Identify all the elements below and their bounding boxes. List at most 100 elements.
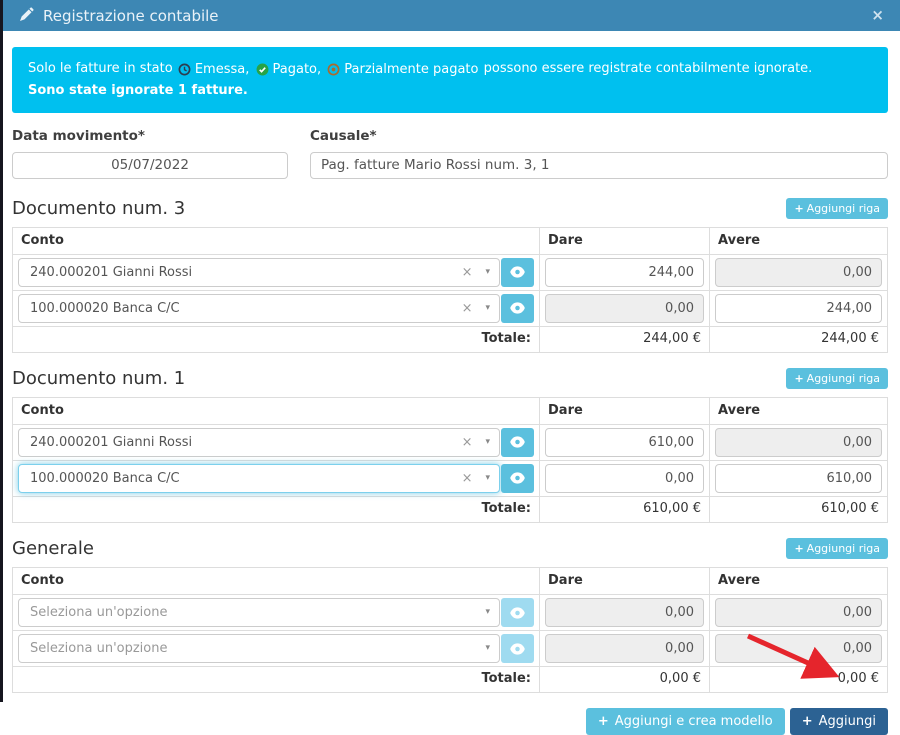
- clear-icon[interactable]: ×: [462, 436, 473, 449]
- view-account-button[interactable]: [501, 294, 534, 323]
- table-row: Seleziona un'opzione ▾: [13, 631, 887, 667]
- view-account-button[interactable]: [501, 428, 534, 457]
- causale-field: Causale*: [310, 128, 888, 179]
- chevron-down-icon: ▾: [485, 608, 490, 617]
- conto-select[interactable]: 240.000201 Gianni Rossi × ▾: [18, 428, 500, 457]
- total-avere: 610,00 €: [710, 497, 887, 522]
- dot-circle-icon: [327, 60, 340, 81]
- accounting-table: Conto Dare Avere 240.000201 Gianni Rossi…: [12, 227, 888, 353]
- accounting-table: Conto Dare Avere 240.000201 Gianni Rossi…: [12, 397, 888, 523]
- status-emessa: Emessa,: [178, 60, 250, 81]
- alert-line2: Sono state ignorate 1 fatture.: [28, 81, 872, 102]
- table-row: 100.000020 Banca C/C × ▾: [13, 291, 887, 327]
- chevron-down-icon: ▾: [485, 644, 490, 653]
- table-row: 240.000201 Gianni Rossi × ▾: [13, 255, 887, 291]
- status-pagato: Pagato,: [256, 60, 322, 81]
- plus-icon: +: [794, 372, 803, 385]
- page-edge-strip: [0, 0, 3, 702]
- section-title: Documento num. 1: [12, 368, 185, 389]
- view-account-button: [501, 634, 534, 663]
- total-row: Totale: 244,00 € 244,00 €: [13, 327, 887, 352]
- avere-input: [715, 634, 882, 663]
- alert-line1: Solo le fatture in stato Emessa, Pagato,…: [28, 59, 872, 81]
- data-movimento-input[interactable]: [12, 152, 288, 179]
- chevron-down-icon: ▾: [485, 304, 490, 313]
- total-row: Totale: 0,00 € 0,00 €: [13, 667, 887, 692]
- chevron-down-icon: ▾: [485, 438, 490, 447]
- accounting-table: Conto Dare Avere Seleziona un'opzione ▾: [12, 567, 888, 693]
- pencil-icon: [20, 7, 34, 25]
- total-dare: 244,00 €: [540, 327, 710, 352]
- conto-select[interactable]: Seleziona un'opzione ▾: [18, 598, 500, 627]
- modal-title: Registrazione contabile: [20, 7, 219, 25]
- plus-icon: +: [794, 202, 803, 215]
- conto-select[interactable]: 100.000020 Banca C/C × ▾: [18, 294, 500, 323]
- section-title: Generale: [12, 538, 94, 559]
- causale-label: Causale*: [310, 128, 888, 144]
- column-header-dare: Dare: [540, 398, 710, 425]
- section-generale: Generale + Aggiungi riga Conto Dare Aver…: [12, 538, 888, 693]
- clock-icon: [178, 60, 191, 81]
- add-and-create-template-button[interactable]: + Aggiungi e crea modello: [586, 708, 785, 735]
- data-movimento-label: Data movimento*: [12, 128, 288, 144]
- causale-input[interactable]: [310, 152, 888, 179]
- table-row: Seleziona un'opzione ▾: [13, 595, 887, 631]
- modal-header: Registrazione contabile ×: [0, 0, 900, 31]
- view-account-button[interactable]: [501, 258, 534, 287]
- column-header-conto: Conto: [13, 568, 540, 595]
- info-alert: Solo le fatture in stato Emessa, Pagato,…: [12, 47, 888, 113]
- table-row: 240.000201 Gianni Rossi × ▾: [13, 425, 887, 461]
- dare-input: [545, 294, 704, 323]
- total-row: Totale: 610,00 € 610,00 €: [13, 497, 887, 522]
- plus-icon: +: [794, 542, 803, 555]
- column-header-conto: Conto: [13, 228, 540, 255]
- add-row-button[interactable]: + Aggiungi riga: [786, 368, 888, 389]
- dare-input[interactable]: [545, 258, 704, 287]
- column-header-dare: Dare: [540, 228, 710, 255]
- plus-icon: +: [598, 714, 609, 729]
- section-documento-1: Documento num. 1 + Aggiungi riga Conto D…: [12, 368, 888, 523]
- total-label: Totale:: [13, 497, 540, 522]
- section-documento-3: Documento num. 3 + Aggiungi riga Conto D…: [12, 198, 888, 353]
- section-title: Documento num. 3: [12, 198, 185, 219]
- dare-input: [545, 634, 704, 663]
- column-header-conto: Conto: [13, 398, 540, 425]
- column-header-avere: Avere: [710, 568, 887, 595]
- total-label: Totale:: [13, 667, 540, 692]
- check-circle-icon: [256, 60, 269, 81]
- total-label: Totale:: [13, 327, 540, 352]
- chevron-down-icon: ▾: [485, 268, 490, 277]
- total-dare: 610,00 €: [540, 497, 710, 522]
- close-icon[interactable]: ×: [871, 8, 884, 23]
- avere-input[interactable]: [715, 464, 882, 493]
- clear-icon[interactable]: ×: [462, 302, 473, 315]
- add-row-button[interactable]: + Aggiungi riga: [786, 538, 888, 559]
- status-parzialmente-pagato: Parzialmente pagato: [327, 60, 478, 81]
- view-account-button[interactable]: [501, 464, 534, 493]
- table-row: 100.000020 Banca C/C × ▾: [13, 461, 887, 497]
- plus-icon: +: [802, 714, 813, 729]
- dare-input[interactable]: [545, 464, 704, 493]
- conto-select[interactable]: 240.000201 Gianni Rossi × ▾: [18, 258, 500, 287]
- total-avere: 244,00 €: [710, 327, 887, 352]
- view-account-button: [501, 598, 534, 627]
- total-dare: 0,00 €: [540, 667, 710, 692]
- column-header-dare: Dare: [540, 568, 710, 595]
- data-movimento-field: Data movimento*: [12, 128, 288, 179]
- avere-input[interactable]: [715, 294, 882, 323]
- avere-input: [715, 428, 882, 457]
- dare-input[interactable]: [545, 428, 704, 457]
- avere-input: [715, 598, 882, 627]
- chevron-down-icon: ▾: [485, 474, 490, 483]
- add-button[interactable]: + Aggiungi: [790, 708, 888, 735]
- conto-select[interactable]: 100.000020 Banca C/C × ▾: [18, 464, 500, 493]
- avere-input: [715, 258, 882, 287]
- total-avere: 0,00 €: [710, 667, 887, 692]
- column-header-avere: Avere: [710, 398, 887, 425]
- dare-input: [545, 598, 704, 627]
- conto-select[interactable]: Seleziona un'opzione ▾: [18, 634, 500, 663]
- clear-icon[interactable]: ×: [462, 472, 473, 485]
- clear-icon[interactable]: ×: [462, 266, 473, 279]
- add-row-button[interactable]: + Aggiungi riga: [786, 198, 888, 219]
- column-header-avere: Avere: [710, 228, 887, 255]
